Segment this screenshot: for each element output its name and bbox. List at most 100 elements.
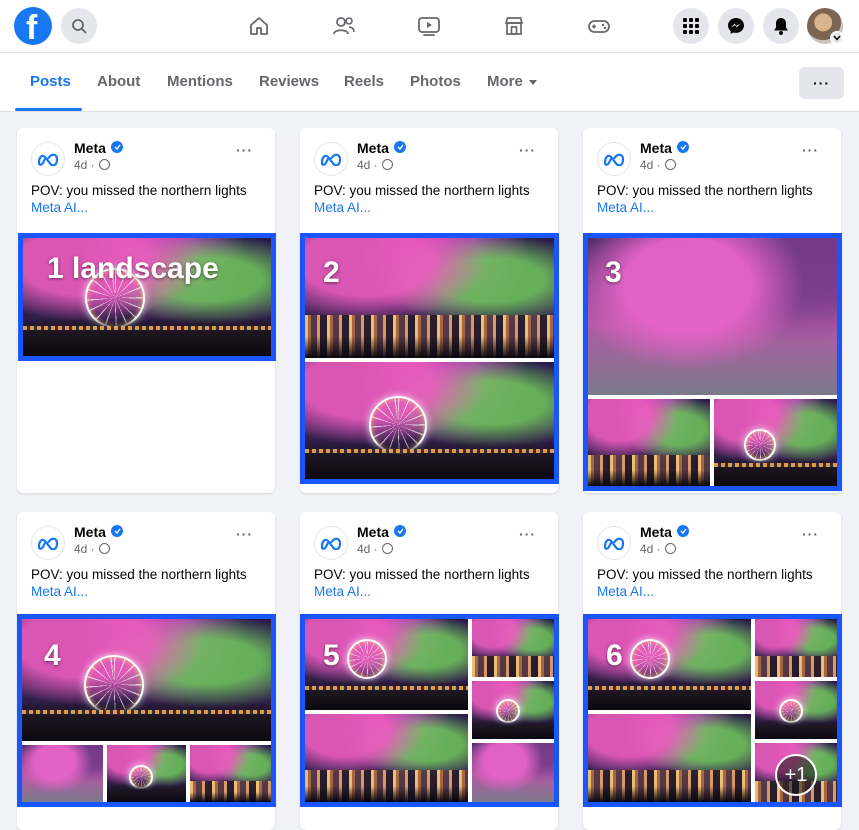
northern-lights-photo[interactable] bbox=[472, 681, 554, 739]
northern-lights-photo[interactable] bbox=[714, 399, 837, 486]
post-author[interactable]: Meta bbox=[640, 524, 672, 540]
post-options-button[interactable]: ··· bbox=[519, 526, 536, 542]
post-options-button[interactable]: ··· bbox=[802, 142, 819, 158]
menu-button[interactable] bbox=[673, 8, 709, 44]
meta-logo-icon bbox=[37, 537, 59, 550]
see-more-link[interactable]: Meta AI... bbox=[314, 584, 371, 599]
image-label: 1 landscape bbox=[47, 252, 219, 285]
friends-icon bbox=[333, 17, 355, 35]
meta-logo-avatar[interactable] bbox=[597, 142, 631, 176]
meta-logo-icon bbox=[37, 153, 59, 166]
post-5-media-frame[interactable]: 5 bbox=[300, 614, 559, 807]
menu-grid-icon bbox=[683, 18, 699, 34]
see-more-link[interactable]: Meta AI... bbox=[31, 200, 88, 215]
see-more-link[interactable]: Meta AI... bbox=[31, 584, 88, 599]
post-caption: POV: you missed the northern lights bbox=[31, 183, 247, 198]
meta-logo-avatar[interactable] bbox=[314, 142, 348, 176]
marketplace-icon bbox=[504, 17, 524, 35]
northern-lights-photo[interactable] bbox=[22, 745, 103, 802]
home-nav-button[interactable] bbox=[244, 11, 274, 41]
post-time[interactable]: 4d · bbox=[357, 158, 378, 172]
marketplace-nav-button[interactable] bbox=[499, 11, 529, 41]
image-label: 5 bbox=[323, 639, 340, 672]
bell-icon bbox=[774, 18, 788, 35]
post-author[interactable]: Meta bbox=[74, 140, 106, 156]
northern-lights-photo[interactable] bbox=[588, 238, 837, 395]
see-more-link[interactable]: Meta AI... bbox=[597, 584, 654, 599]
globe-icon bbox=[382, 159, 393, 170]
meta-logo-avatar[interactable] bbox=[31, 526, 65, 560]
gaming-nav-button[interactable] bbox=[584, 11, 614, 41]
tabs-options-button[interactable]: ··· bbox=[799, 67, 844, 99]
northern-lights-photo[interactable] bbox=[190, 745, 271, 802]
post-time[interactable]: 4d · bbox=[640, 542, 661, 556]
search-icon bbox=[72, 19, 87, 34]
tab-more-label: More bbox=[487, 73, 523, 90]
messenger-icon bbox=[728, 18, 744, 34]
northern-lights-photo[interactable] bbox=[107, 745, 186, 802]
northern-lights-photo[interactable] bbox=[305, 714, 468, 802]
northern-lights-photo[interactable] bbox=[22, 619, 271, 741]
post-time[interactable]: 4d · bbox=[357, 542, 378, 556]
messenger-button[interactable] bbox=[718, 8, 754, 44]
globe-icon bbox=[99, 159, 110, 170]
post-time[interactable]: 4d · bbox=[640, 158, 661, 172]
meta-logo-avatar[interactable] bbox=[31, 142, 65, 176]
northern-lights-photo[interactable] bbox=[755, 619, 837, 677]
northern-lights-photo[interactable] bbox=[588, 399, 710, 486]
northern-lights-photo[interactable] bbox=[305, 238, 554, 358]
image-label: 2 bbox=[323, 256, 340, 289]
post-2-media-frame[interactable]: 2 bbox=[300, 233, 559, 484]
ferris-wheel-graphic bbox=[630, 639, 670, 679]
search-button[interactable] bbox=[61, 8, 97, 44]
tab-about[interactable]: About bbox=[97, 53, 140, 111]
see-more-link[interactable]: Meta AI... bbox=[314, 200, 371, 215]
notifications-button[interactable] bbox=[763, 8, 799, 44]
tab-mentions[interactable]: Mentions bbox=[167, 53, 233, 111]
northern-lights-photo[interactable] bbox=[588, 714, 751, 802]
account-menu-button[interactable] bbox=[830, 31, 844, 45]
meta-logo-icon bbox=[320, 537, 342, 550]
northern-lights-photo[interactable] bbox=[472, 743, 554, 802]
post-6-media-frame[interactable]: +1 6 bbox=[583, 614, 842, 807]
tab-reviews[interactable]: Reviews bbox=[259, 53, 319, 111]
post-options-button[interactable]: ··· bbox=[802, 526, 819, 542]
image-label: 3 bbox=[605, 256, 622, 289]
tab-photos[interactable]: Photos bbox=[410, 53, 461, 111]
post-options-button[interactable]: ··· bbox=[236, 142, 253, 158]
verified-badge-icon bbox=[394, 141, 406, 153]
tab-posts[interactable]: Posts bbox=[30, 53, 71, 111]
post-options-button[interactable]: ··· bbox=[519, 142, 536, 158]
see-more-link[interactable]: Meta AI... bbox=[597, 200, 654, 215]
image-label: 4 bbox=[44, 639, 61, 672]
post-options-button[interactable]: ··· bbox=[236, 526, 253, 542]
post-author[interactable]: Meta bbox=[357, 524, 389, 540]
post-author[interactable]: Meta bbox=[74, 524, 106, 540]
watch-nav-button[interactable] bbox=[414, 11, 444, 41]
globe-icon bbox=[665, 159, 676, 170]
more-photos-count[interactable]: +1 bbox=[775, 754, 817, 796]
post-caption: POV: you missed the northern lights bbox=[597, 567, 813, 582]
post-4-media-frame[interactable]: 4 bbox=[17, 614, 276, 807]
post-time[interactable]: 4d · bbox=[74, 158, 95, 172]
caret-down-icon bbox=[528, 79, 537, 85]
post-1-media-frame[interactable]: 1 landscape bbox=[18, 233, 276, 361]
facebook-logo[interactable]: f bbox=[14, 7, 52, 47]
ferris-wheel-graphic bbox=[496, 699, 520, 723]
northern-lights-photo[interactable] bbox=[755, 681, 837, 739]
post-author[interactable]: Meta bbox=[640, 140, 672, 156]
friends-nav-button[interactable] bbox=[329, 11, 359, 41]
verified-badge-icon bbox=[677, 525, 689, 537]
meta-logo-avatar[interactable] bbox=[597, 526, 631, 560]
verified-badge-icon bbox=[677, 141, 689, 153]
post-3-media-frame[interactable]: 3 bbox=[583, 233, 842, 491]
meta-logo-avatar[interactable] bbox=[314, 526, 348, 560]
tab-reels[interactable]: Reels bbox=[344, 53, 384, 111]
tab-more[interactable]: More bbox=[487, 53, 537, 111]
post-time[interactable]: 4d · bbox=[74, 542, 95, 556]
post-author[interactable]: Meta bbox=[357, 140, 389, 156]
chevron-down-icon bbox=[833, 35, 841, 41]
post-caption: POV: you missed the northern lights bbox=[31, 567, 247, 582]
northern-lights-photo[interactable] bbox=[305, 362, 554, 479]
northern-lights-photo[interactable] bbox=[472, 619, 554, 677]
